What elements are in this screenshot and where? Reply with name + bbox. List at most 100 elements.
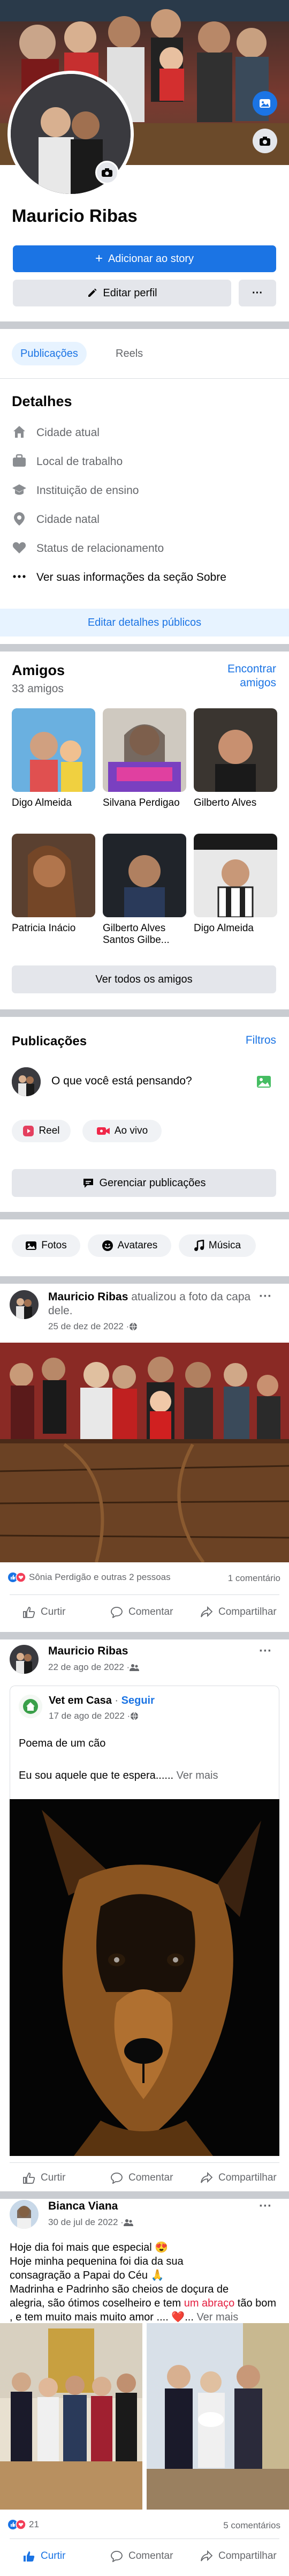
post-comments-count[interactable]: 5 comentários bbox=[198, 2520, 280, 2531]
friend-photo bbox=[12, 708, 95, 792]
reaction-icons bbox=[8, 1572, 26, 1583]
post-date: 25 de dez de 2022 · bbox=[48, 1321, 138, 1332]
friend-tile[interactable] bbox=[12, 708, 95, 792]
post-text-line: Hoje minha pequenina foi dia da sua bbox=[10, 2256, 184, 2267]
post-reactions[interactable]: 21 bbox=[7, 2519, 39, 2530]
share-button[interactable]: Compartilhar bbox=[200, 1606, 277, 1618]
friend-tile[interactable] bbox=[12, 834, 95, 917]
friend-name[interactable]: Gilberto Alves Santos Gilbe... bbox=[103, 923, 186, 946]
friend-tile[interactable] bbox=[103, 708, 186, 792]
section-divider bbox=[0, 1632, 289, 1639]
reel-icon bbox=[23, 1126, 34, 1136]
photo-icon[interactable] bbox=[256, 1074, 273, 1090]
post-author-avatar[interactable] bbox=[10, 1290, 39, 1319]
comment-icon bbox=[111, 2173, 123, 2184]
like-button[interactable]: Curtir bbox=[22, 1606, 65, 1618]
friend-name[interactable]: Digo Almeida bbox=[194, 923, 277, 934]
post-date: 22 de ago de 2022 · bbox=[48, 1662, 140, 1673]
filters-link[interactable]: Filtros bbox=[235, 1034, 276, 1047]
edit-public-details-button[interactable]: Editar detalhes públicos bbox=[0, 609, 289, 636]
details-see-about[interactable]: Ver suas informações da seção Sobre bbox=[36, 571, 226, 584]
chip-avatars[interactable]: Avatares bbox=[88, 1234, 171, 1257]
friend-name[interactable]: Silvana Perdigao bbox=[103, 797, 186, 809]
post-text: Hoje dia foi mais que especial 😍 Hoje mi… bbox=[10, 2241, 279, 2324]
comment-button[interactable]: Comentar bbox=[110, 2550, 173, 2562]
see-more-link[interactable]: Ver mais bbox=[177, 1770, 218, 1781]
live-button[interactable]: Ao vivo bbox=[82, 1120, 162, 1142]
like-button[interactable]: Curtir bbox=[22, 2172, 65, 2184]
edit-cover-button[interactable] bbox=[253, 91, 277, 116]
comment-icon bbox=[111, 2551, 123, 2562]
friend-tile[interactable] bbox=[194, 834, 277, 917]
post-reactions[interactable]: Sônia Perdigão e outras 2 pessoas bbox=[7, 1572, 171, 1583]
post-image[interactable] bbox=[0, 2323, 142, 2510]
find-friends-link[interactable]: Encontrar amigos bbox=[209, 662, 276, 690]
tab-reels[interactable]: Reels bbox=[107, 342, 151, 365]
post-image[interactable] bbox=[147, 2323, 289, 2510]
post-more-button[interactable]: ··· bbox=[259, 2199, 272, 2214]
comment-button[interactable]: Comentar bbox=[110, 2172, 173, 2184]
post-image[interactable] bbox=[0, 1343, 289, 1562]
post-author-avatar[interactable] bbox=[10, 2200, 39, 2229]
friend-name[interactable]: Digo Almeida bbox=[12, 797, 95, 809]
friend-tile[interactable] bbox=[103, 834, 186, 917]
manage-posts-button[interactable]: Gerenciar publicações bbox=[12, 1169, 276, 1197]
friend-tile[interactable] bbox=[194, 708, 277, 792]
shared-page-header: Vet em Casa · Seguir bbox=[49, 1695, 155, 1706]
shared-page-name[interactable]: Vet em Casa bbox=[49, 1695, 112, 1706]
cover-camera-button[interactable] bbox=[253, 129, 277, 153]
avatar-icon bbox=[102, 1240, 113, 1251]
friend-name[interactable]: Patricia Inácio bbox=[12, 923, 95, 934]
post-more-button[interactable]: ··· bbox=[259, 1289, 272, 1304]
shared-post-body: Eu sou aquele que te espera...... bbox=[19, 1770, 174, 1781]
post-author-name[interactable]: Bianca Viana bbox=[48, 2200, 118, 2213]
add-to-story-button[interactable]: + Adicionar ao story bbox=[13, 245, 276, 272]
add-to-story-label: Adicionar ao story bbox=[108, 252, 194, 265]
location-pin-icon bbox=[14, 512, 25, 526]
post-author-name[interactable]: Mauricio Ribas bbox=[48, 1291, 128, 1303]
comment-button[interactable]: Comentar bbox=[110, 1606, 173, 1618]
post-comments-count[interactable]: 1 comentário bbox=[208, 1573, 280, 1584]
post-text-highlight: um abraço bbox=[184, 2297, 235, 2309]
page-logo bbox=[19, 1695, 42, 1718]
chip-photos[interactable]: Fotos bbox=[12, 1234, 80, 1257]
post-image[interactable] bbox=[10, 1799, 279, 2156]
post-more-button[interactable]: ··· bbox=[259, 1644, 272, 1659]
shared-post-date: 17 de ago de 2022 · bbox=[49, 1711, 139, 1721]
post-text-line: Hoje dia foi mais que especial 😍 bbox=[10, 2242, 169, 2253]
reel-label: Reel bbox=[39, 1125, 60, 1136]
photo-icon bbox=[260, 99, 270, 108]
avatar-camera-button[interactable] bbox=[95, 161, 119, 184]
section-divider bbox=[0, 321, 289, 329]
graduation-cap-icon bbox=[12, 484, 26, 495]
see-more-link[interactable]: Ver mais bbox=[196, 2311, 238, 2323]
plus-icon: + bbox=[95, 251, 103, 266]
section-divider bbox=[0, 644, 289, 652]
comment-icon bbox=[111, 1607, 123, 1618]
live-video-icon bbox=[96, 1127, 110, 1135]
edit-profile-button[interactable]: Editar perfil bbox=[13, 280, 231, 306]
chip-music[interactable]: Música bbox=[179, 1234, 256, 1257]
shared-page-avatar[interactable] bbox=[19, 1695, 42, 1718]
camera-icon bbox=[260, 137, 270, 146]
like-label: Curtir bbox=[41, 2172, 66, 2183]
follow-link[interactable]: Seguir bbox=[121, 1695, 155, 1706]
see-all-friends-button[interactable]: Ver todos os amigos bbox=[12, 965, 276, 993]
chip-photos-label: Fotos bbox=[41, 1240, 67, 1251]
profile-more-button[interactable]: ··· bbox=[239, 280, 276, 306]
composer-avatar[interactable] bbox=[12, 1067, 41, 1096]
like-label: Curtir bbox=[41, 1606, 66, 1618]
share-button[interactable]: Compartilhar bbox=[200, 2172, 277, 2184]
composer-input[interactable]: O que você está pensando? bbox=[51, 1075, 192, 1088]
share-button[interactable]: Compartilhar bbox=[200, 2550, 277, 2562]
post-text-line: alegria, são ótimos coselheiro e tem um … bbox=[10, 2296, 279, 2324]
post-author-avatar[interactable] bbox=[10, 1645, 39, 1674]
reel-button[interactable]: Reel bbox=[12, 1120, 71, 1142]
house-icon bbox=[13, 426, 25, 438]
friend-name[interactable]: Gilberto Alves bbox=[194, 797, 277, 809]
post-author-name[interactable]: Mauricio Ribas bbox=[48, 1645, 128, 1658]
shared-post-card[interactable]: Vet em Casa · Seguir 17 de ago de 2022 ·… bbox=[10, 1686, 279, 1799]
like-button[interactable]: Curtir bbox=[22, 2550, 65, 2562]
tab-publications[interactable]: Publicações bbox=[12, 342, 87, 365]
post-date: 30 de jul de 2022 · bbox=[48, 2217, 133, 2228]
